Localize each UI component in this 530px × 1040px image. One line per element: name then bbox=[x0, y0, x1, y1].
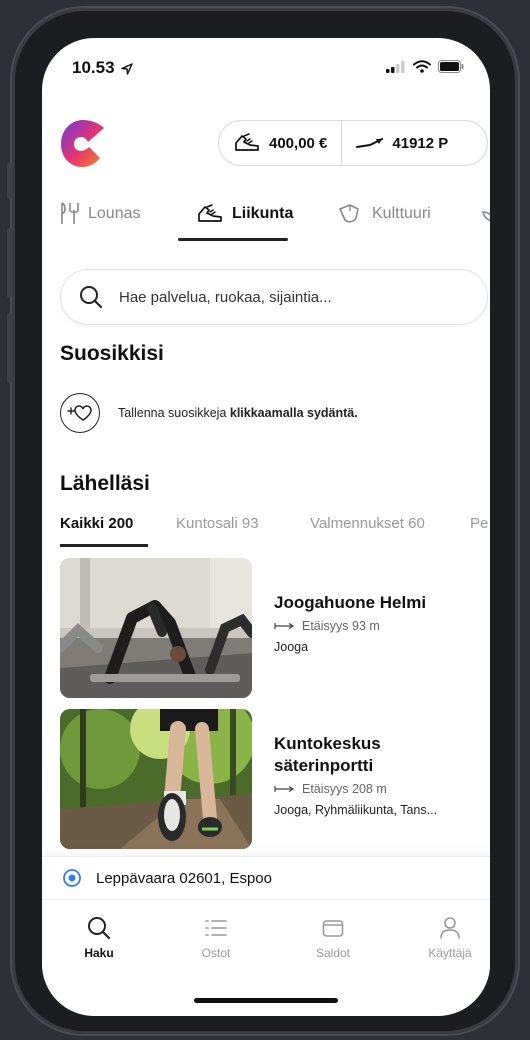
home-indicator[interactable] bbox=[194, 998, 338, 1003]
venue-tags: Jooga bbox=[274, 640, 309, 654]
venue-tags: Jooga, Ryhmäliikunta, Tans... bbox=[274, 803, 438, 817]
bottom-tab-bar: Haku Ostot Saldot Käyttäjä bbox=[42, 900, 490, 980]
venue-name-line2: säterinportti bbox=[274, 756, 374, 775]
venue-distance: Etäisyys 93 m bbox=[274, 619, 426, 633]
points-balance-value: 41912 P bbox=[392, 134, 449, 152]
filter-active-indicator bbox=[60, 544, 148, 547]
tab-ostot[interactable]: Ostot bbox=[176, 914, 256, 960]
filter-tab-gym[interactable]: Kuntosali 93 bbox=[176, 515, 259, 532]
running-shoe-icon bbox=[235, 133, 259, 151]
location-target-icon bbox=[63, 869, 81, 887]
distance-label: Etäisyys 208 m bbox=[302, 782, 387, 796]
money-balance[interactable]: 400,00 € bbox=[219, 121, 341, 165]
app-screen: 10.53 400,00 € 41912 P Lounas Liikunta K… bbox=[42, 38, 490, 1016]
search-input[interactable] bbox=[117, 287, 441, 307]
distance-label: Etäisyys 93 m bbox=[302, 619, 380, 633]
category-label: Lounas bbox=[88, 205, 141, 222]
distance-arrow-icon bbox=[274, 785, 294, 793]
location-bar[interactable]: Leppävaara 02601, Espoo bbox=[42, 856, 490, 900]
tab-saldot[interactable]: Saldot bbox=[293, 914, 373, 960]
category-label: Liikunta bbox=[232, 205, 294, 222]
filter-tab-all[interactable]: Kaikki 200 bbox=[60, 515, 133, 532]
lotus-icon bbox=[482, 211, 490, 222]
add-favorite-button[interactable] bbox=[60, 393, 100, 433]
category-tab-kulttuuri[interactable]: Kulttuuri bbox=[336, 196, 431, 232]
category-tab-liikunta[interactable]: Liikunta bbox=[196, 196, 293, 232]
favorites-empty-hint: Tallenna suosikkeja klikkaamalla sydäntä… bbox=[60, 393, 358, 433]
search-bar[interactable] bbox=[60, 269, 488, 325]
category-active-indicator bbox=[178, 238, 288, 241]
volume-down-button bbox=[7, 313, 12, 383]
venue-image-running bbox=[60, 709, 252, 849]
favorites-hint-text: Tallenna suosikkeja klikkaamalla sydäntä… bbox=[118, 406, 358, 420]
venue-image-yoga bbox=[60, 558, 252, 698]
distance-arrow-icon bbox=[274, 622, 294, 630]
venue-info: Joogahuone Helmi Etäisyys 93 m Jooga bbox=[274, 592, 426, 654]
tab-label: Haku bbox=[84, 946, 114, 960]
points-balance[interactable]: 41912 P bbox=[342, 121, 462, 165]
venue-card[interactable]: Joogahuone Helmi Etäisyys 93 m Jooga bbox=[60, 558, 490, 698]
mute-switch bbox=[7, 163, 12, 199]
search-icon bbox=[80, 286, 103, 309]
filter-tab-next[interactable]: Pe bbox=[470, 515, 488, 532]
trend-arrow-icon bbox=[356, 138, 384, 148]
location-arrow-icon bbox=[121, 62, 133, 75]
user-icon bbox=[440, 917, 460, 939]
nearby-title: Lähelläsi bbox=[60, 472, 150, 495]
venue-info: Kuntokeskus säterinportti Etäisyys 208 m… bbox=[274, 733, 437, 817]
venue-name: Joogahuone Helmi bbox=[274, 593, 427, 612]
location-text: Leppävaara 02601, Espoo bbox=[96, 869, 272, 887]
money-balance-value: 400,00 € bbox=[269, 134, 328, 152]
category-tabs: Lounas Liikunta Kulttuuri bbox=[60, 196, 490, 242]
category-label: Kulttuuri bbox=[372, 205, 431, 222]
category-tab-next[interactable] bbox=[480, 196, 490, 232]
hint-prefix: Tallenna suosikkeja bbox=[118, 406, 230, 420]
venue-name: Kuntokeskus säterinportti bbox=[274, 733, 437, 777]
hint-bold: klikkaamalla sydäntä. bbox=[229, 406, 358, 420]
venue-name-line1: Kuntokeskus bbox=[274, 734, 381, 753]
search-icon bbox=[88, 917, 111, 940]
list-icon bbox=[205, 920, 227, 936]
theater-masks-icon bbox=[339, 204, 359, 223]
tab-label: Käyttäjä bbox=[428, 946, 472, 960]
app-logo bbox=[61, 120, 104, 167]
status-bar: 10.53 bbox=[42, 38, 490, 98]
category-tab-lounas[interactable]: Lounas bbox=[60, 196, 141, 232]
time-label: 10.53 bbox=[72, 58, 115, 77]
tab-kayttaja[interactable]: Käyttäjä bbox=[410, 914, 490, 960]
venue-card[interactable]: Kuntokeskus säterinportti Etäisyys 208 m… bbox=[60, 709, 490, 849]
venue-distance: Etäisyys 208 m bbox=[274, 782, 437, 796]
signal-icon bbox=[386, 60, 405, 73]
balance-pill[interactable]: 400,00 € 41912 P bbox=[218, 120, 488, 166]
running-shoe-icon bbox=[198, 204, 222, 222]
wallet-icon bbox=[322, 920, 344, 937]
favorites-title: Suosikkisi bbox=[60, 342, 164, 365]
fork-knife-icon bbox=[61, 202, 79, 224]
status-icons bbox=[386, 60, 464, 73]
heart-plus-icon bbox=[67, 405, 92, 421]
volume-up-button bbox=[7, 228, 12, 298]
wifi-icon bbox=[413, 60, 431, 73]
filter-tab-coaching[interactable]: Valmennukset 60 bbox=[310, 515, 425, 532]
status-time: 10.53 bbox=[72, 58, 133, 78]
tab-haku[interactable]: Haku bbox=[59, 914, 139, 960]
battery-icon bbox=[438, 60, 464, 73]
tab-label: Ostot bbox=[201, 946, 231, 960]
tab-label: Saldot bbox=[315, 946, 351, 960]
